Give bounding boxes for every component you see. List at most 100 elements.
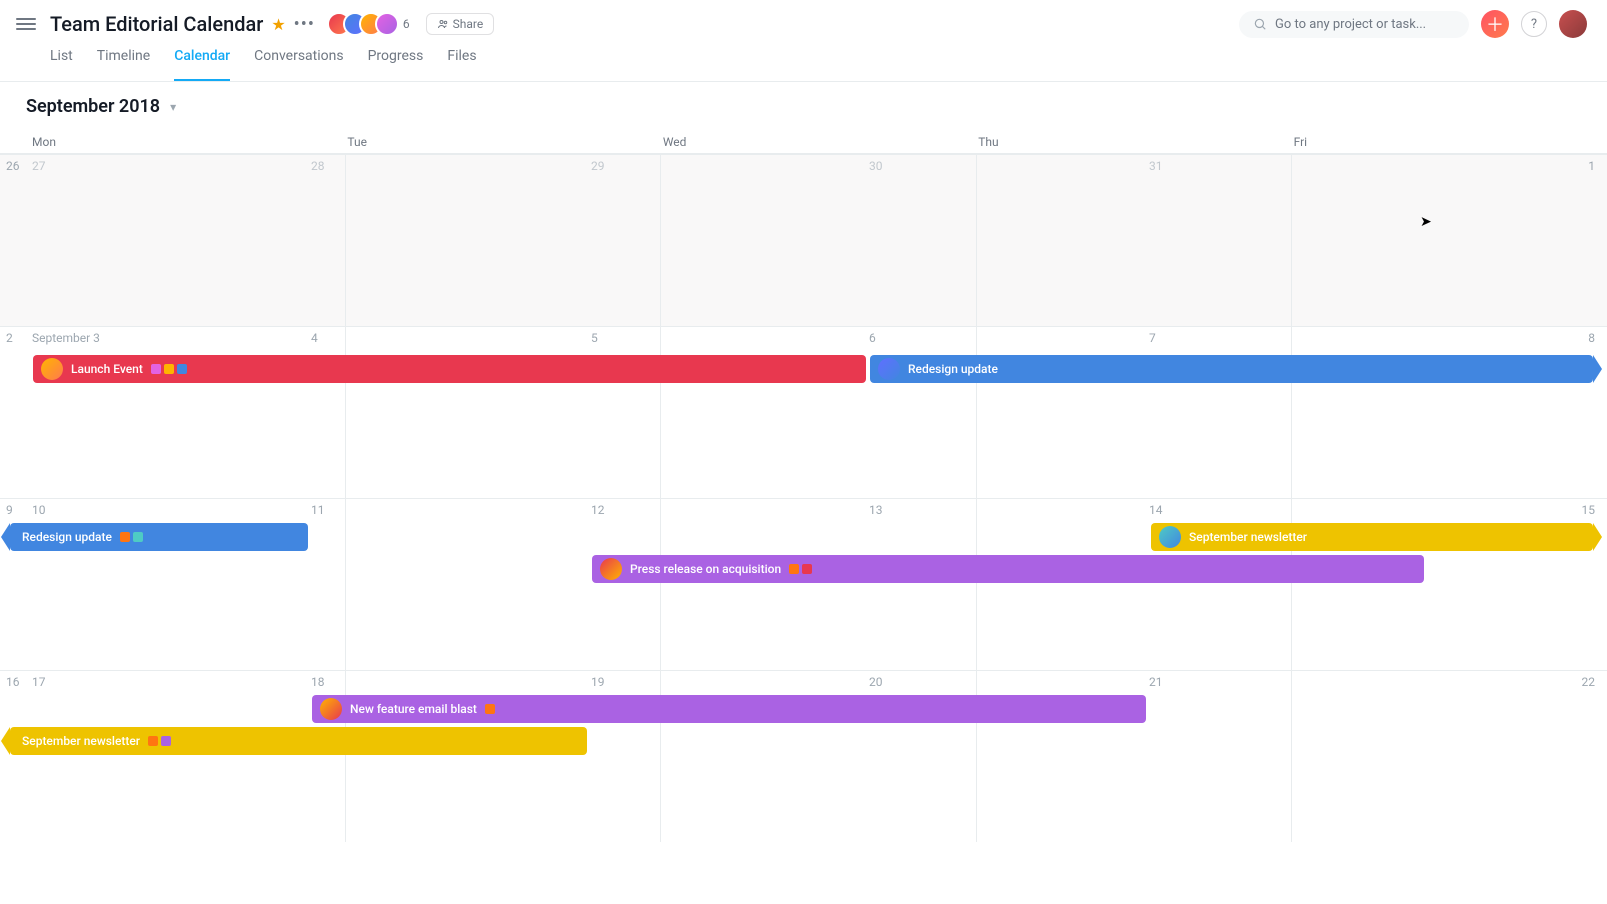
task-label: Press release on acquisition — [630, 562, 781, 576]
day-number: 12 — [591, 503, 605, 517]
calendar-grid: Mon Tue Wed Thu Fri Today 26 27 28 29 30… — [0, 131, 1607, 842]
tag-dot — [161, 736, 171, 746]
task-september-newsletter-cont[interactable]: September newsletter — [10, 727, 587, 755]
task-launch-event[interactable]: Launch Event — [33, 355, 866, 383]
assignee-avatar — [41, 358, 63, 380]
day-number: 21 — [1149, 675, 1163, 689]
tab-list[interactable]: List — [50, 48, 73, 81]
day-number: 18 — [311, 675, 325, 689]
day-number: 8 — [1588, 331, 1595, 345]
right-controls: Go to any project or task... ＋ ? — [1239, 10, 1587, 38]
task-label: September newsletter — [1189, 530, 1307, 544]
help-button[interactable]: ? — [1521, 11, 1547, 37]
avatar — [375, 12, 399, 36]
chevron-down-icon: ▾ — [170, 100, 176, 114]
tag-dot — [164, 364, 174, 374]
day-header: Tue — [345, 131, 660, 153]
assignee-avatar — [878, 358, 900, 380]
day-number: 27 — [32, 159, 46, 173]
star-icon[interactable]: ★ — [271, 15, 285, 34]
day-header: Wed — [661, 131, 976, 153]
week-number: 2 — [6, 331, 13, 345]
task-september-newsletter[interactable]: September newsletter — [1151, 523, 1593, 551]
week-row: 2 September 3 4 5 6 7 8 Launch Event Red… — [0, 326, 1607, 498]
day-number: 31 — [1149, 159, 1163, 173]
task-label: September newsletter — [22, 734, 140, 748]
month-selector[interactable]: September 2018 ▾ — [0, 82, 1607, 131]
day-number: 20 — [869, 675, 883, 689]
day-number: 14 — [1149, 503, 1163, 517]
task-label: Launch Event — [71, 362, 143, 376]
week-number: 26 — [6, 159, 20, 173]
task-redesign-update-cont[interactable]: Redesign update — [10, 523, 308, 551]
share-label: Share — [453, 17, 484, 31]
people-icon — [437, 18, 449, 30]
week-number: 16 — [6, 675, 20, 689]
assignee-avatar — [320, 698, 342, 720]
task-tags — [148, 736, 171, 746]
share-button[interactable]: Share — [426, 13, 495, 35]
top-bar: Team Editorial Calendar ★ ••• 6 Share Go… — [0, 0, 1607, 48]
day-number: 30 — [869, 159, 883, 173]
task-tags — [485, 704, 495, 714]
day-number: 4 — [311, 331, 318, 345]
day-number: 29 — [591, 159, 605, 173]
more-options-icon[interactable]: ••• — [294, 14, 315, 35]
tag-dot — [789, 564, 799, 574]
day-number: 13 — [869, 503, 883, 517]
day-header: Fri — [1292, 131, 1607, 153]
task-new-feature-email[interactable]: New feature email blast — [312, 695, 1146, 723]
user-avatar[interactable] — [1559, 10, 1587, 38]
task-label: Redesign update — [22, 530, 112, 544]
day-number: 1 — [1588, 159, 1595, 173]
project-title: Team Editorial Calendar — [50, 12, 263, 36]
task-label: New feature email blast — [350, 702, 477, 716]
day-number: 10 — [32, 503, 46, 517]
day-number: 5 — [591, 331, 598, 345]
tab-calendar[interactable]: Calendar — [174, 48, 230, 81]
member-avatars[interactable]: 6 — [327, 12, 410, 36]
week-row: 26 27 28 29 30 31 1 — [0, 154, 1607, 326]
task-press-release[interactable]: Press release on acquisition — [592, 555, 1424, 583]
task-redesign-update[interactable]: Redesign update — [870, 355, 1593, 383]
day-number: 11 — [311, 503, 325, 517]
task-tags — [151, 364, 187, 374]
day-header: Thu — [976, 131, 1291, 153]
day-header: Mon — [30, 131, 345, 153]
hamburger-menu-icon[interactable] — [16, 14, 36, 34]
tag-dot — [133, 532, 143, 542]
project-tabs: List Timeline Calendar Conversations Pro… — [0, 48, 1607, 82]
task-tags — [120, 532, 143, 542]
task-label: Redesign update — [908, 362, 998, 376]
day-header-row: Mon Tue Wed Thu Fri — [0, 131, 1607, 154]
tag-dot — [802, 564, 812, 574]
tab-timeline[interactable]: Timeline — [97, 48, 150, 81]
day-number: September 3 — [32, 331, 100, 345]
task-tags — [789, 564, 812, 574]
day-number: 28 — [311, 159, 325, 173]
day-number: 6 — [869, 331, 876, 345]
week-row: 16 17 18 19 20 21 22 New feature email b… — [0, 670, 1607, 842]
day-number: 22 — [1582, 675, 1596, 689]
day-number: 19 — [591, 675, 605, 689]
member-count: 6 — [403, 17, 410, 31]
day-number: 17 — [32, 675, 46, 689]
assignee-avatar — [600, 558, 622, 580]
add-button[interactable]: ＋ — [1481, 10, 1509, 38]
search-icon — [1253, 17, 1267, 31]
tag-dot — [485, 704, 495, 714]
search-placeholder: Go to any project or task... — [1275, 17, 1426, 32]
month-label: September 2018 — [26, 96, 160, 117]
day-number: 15 — [1582, 503, 1596, 517]
day-number: 7 — [1149, 331, 1156, 345]
week-number: 9 — [6, 503, 13, 517]
week-row: 9 10 11 12 13 14 15 Redesign update Sept… — [0, 498, 1607, 670]
assignee-avatar — [1159, 526, 1181, 548]
tag-dot — [120, 532, 130, 542]
tag-dot — [177, 364, 187, 374]
tab-conversations[interactable]: Conversations — [254, 48, 343, 81]
global-search[interactable]: Go to any project or task... — [1239, 11, 1469, 38]
tab-progress[interactable]: Progress — [368, 48, 424, 81]
tag-dot — [151, 364, 161, 374]
tab-files[interactable]: Files — [447, 48, 476, 81]
